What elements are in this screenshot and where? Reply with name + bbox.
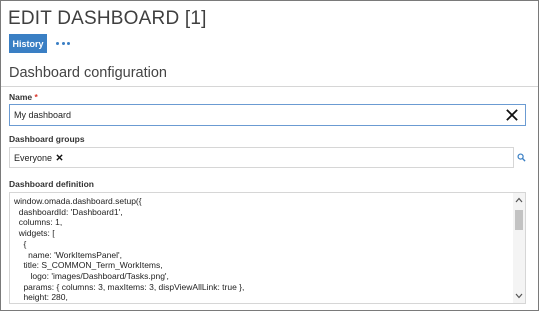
dot: [61, 41, 65, 45]
code-line: height: 280,: [14, 292, 68, 303]
code-line: logo: 'images/Dashboard/Tasks.png',: [14, 270, 169, 281]
group-tag-label: Everyone: [14, 152, 53, 163]
code-line: name: 'WorkItemsPanel',: [14, 249, 122, 260]
close-icon[interactable]: [506, 109, 518, 121]
code-lines: window.omada.dashboard.setup({ dashboard…: [14, 196, 511, 303]
dashboard-definition-editor[interactable]: window.omada.dashboard.setup({ dashboard…: [9, 192, 526, 304]
section-divider: [1, 86, 538, 87]
code-line: dashboardId: 'Dashboard1',: [14, 206, 123, 217]
vertical-scrollbar[interactable]: [513, 193, 525, 303]
code-line: title: S_COMMON_Term_WorkItems,: [14, 260, 163, 271]
history-button[interactable]: History: [9, 34, 47, 53]
code-line: {: [14, 238, 27, 249]
group-tag: Everyone: [10, 153, 63, 163]
scrollbar-thumb[interactable]: [515, 210, 523, 230]
code-line: window.omada.dashboard.setup({: [14, 196, 142, 206]
chevron-down-icon[interactable]: [515, 293, 523, 299]
dot: [67, 41, 70, 45]
dashboard-groups-field[interactable]: Everyone: [9, 147, 514, 168]
code-line: params: { columns: 3, maxItems: 3, dispV…: [14, 281, 245, 292]
dashboard-edit-panel: EDIT DASHBOARD [1] History Dashboard con…: [0, 0, 539, 311]
required-marker: *: [34, 92, 38, 102]
section-title: Dashboard configuration: [9, 65, 167, 81]
search-icon[interactable]: [517, 153, 526, 162]
code-line: columns: 1,: [14, 217, 63, 228]
chevron-up-icon[interactable]: [515, 197, 523, 203]
close-icon[interactable]: [56, 154, 63, 161]
name-input-value[interactable]: My dashboard: [10, 110, 506, 120]
dashboard-groups-label: Dashboard groups: [9, 134, 85, 144]
name-label-text: Name: [9, 92, 33, 102]
page-title: EDIT DASHBOARD [1]: [8, 8, 207, 29]
more-dots-icon[interactable]: [56, 37, 70, 49]
dashboard-definition-label: Dashboard definition: [9, 179, 94, 189]
name-label: Name *: [9, 92, 38, 102]
name-input[interactable]: My dashboard: [9, 104, 526, 126]
code-line: widgets: [: [14, 228, 55, 239]
dot: [56, 41, 59, 45]
